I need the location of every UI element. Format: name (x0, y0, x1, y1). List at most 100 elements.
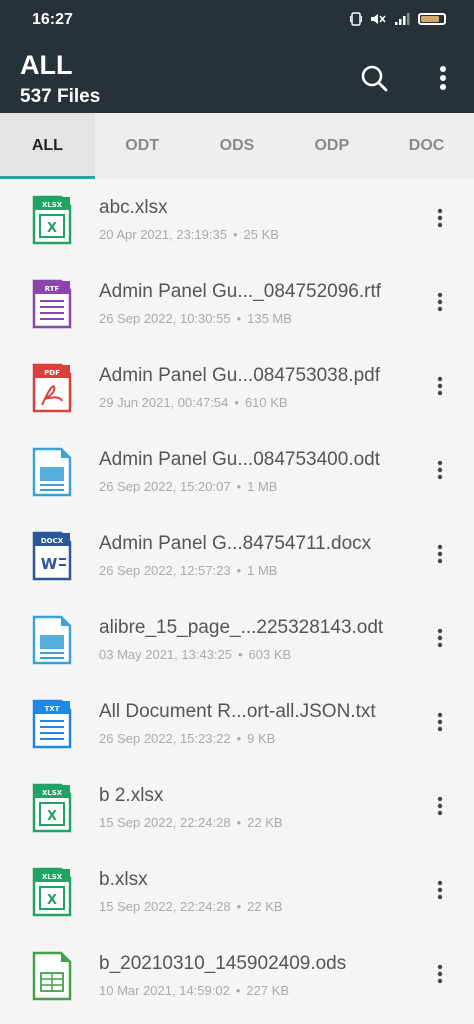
file-meta: 26 Sep 2022, 15:23:22 • 9 KB (99, 731, 275, 746)
tab-odp[interactable]: ODP (284, 113, 379, 179)
status-bar: 16:27 (0, 0, 474, 40)
file-size: 1 MB (247, 479, 278, 494)
svg-text:X: X (47, 893, 57, 908)
file-date: 26 Sep 2022, 15:20:07 (99, 479, 231, 494)
svg-text:PDF: PDF (44, 369, 60, 377)
file-row[interactable]: Admin Panel Gu...084753400.odt 26 Sep 202… (0, 431, 474, 515)
file-name: Admin Panel G...84754711.docx (99, 533, 372, 554)
ods-icon (31, 951, 73, 1006)
file-list: XLSX Xabc.xlsx 20 Apr 2021, 23:19:35 • 25 KB… (0, 179, 474, 1019)
file-name: abc.xlsx (99, 197, 168, 218)
file-meta: 29 Jun 2021, 00:47:54 • 610 KB (99, 395, 288, 410)
file-name: Admin Panel Gu...084753400.odt (99, 449, 380, 470)
file-meta: 03 May 2021, 13:43:25 • 603 KB (99, 647, 291, 662)
overflow-menu-button[interactable] (428, 60, 458, 96)
file-date: 15 Sep 2022, 22:24:28 (99, 899, 231, 914)
file-size: 25 KB (243, 227, 279, 242)
tab-ods[interactable]: ODS (190, 113, 285, 179)
separator-dot: • (232, 227, 238, 242)
file-options-button[interactable] (430, 877, 450, 903)
file-options-button[interactable] (430, 961, 450, 987)
app-bar: 16:27 ALL 537 Files (0, 0, 474, 113)
file-size: 227 KB (246, 983, 290, 998)
file-row[interactable]: TXT All Document R...ort-all.JSON.txt 26 S… (0, 683, 474, 767)
file-options-button[interactable] (430, 625, 450, 651)
file-size: 603 KB (248, 647, 292, 662)
svg-text:XLSX: XLSX (42, 789, 63, 797)
file-meta: 26 Sep 2022, 15:20:07 • 1 MB (99, 479, 277, 494)
more-vertical-icon (437, 208, 443, 228)
odt-icon (31, 447, 73, 502)
file-options-button[interactable] (430, 373, 450, 399)
separator-dot: • (235, 983, 241, 998)
file-row[interactable]: XLSX Xb.xlsx 15 Sep 2022, 22:24:28 • 22 KB (0, 851, 474, 935)
svg-text:X: X (47, 809, 57, 824)
pdf-icon: PDF (31, 363, 73, 418)
file-row[interactable]: RTF Admin Panel Gu..._084752096.rtf 26 Sep… (0, 263, 474, 347)
file-row[interactable]: XLSX Xb 2.xlsx 15 Sep 2022, 22:24:28 • 22 KB (0, 767, 474, 851)
xlsx-icon: XLSX X (31, 867, 73, 922)
file-row[interactable]: b_20210310_145902409.ods 10 Mar 2021, 14:… (0, 935, 474, 1019)
more-vertical-icon (437, 628, 443, 648)
file-meta: 10 Mar 2021, 14:59:02 • 227 KB (99, 983, 289, 998)
file-count: 537 Files (20, 86, 101, 107)
file-name: Admin Panel Gu..._084752096.rtf (99, 281, 382, 302)
tab-odt[interactable]: ODT (95, 113, 190, 179)
status-icons (350, 12, 446, 26)
file-row[interactable]: DOCX W Admin Panel G...84754711.docx 26 Sep… (0, 515, 474, 599)
file-options-button[interactable] (430, 541, 450, 567)
file-size: 22 KB (247, 815, 283, 830)
separator-dot: • (238, 647, 243, 662)
tab-all[interactable]: ALL (0, 113, 95, 179)
file-row[interactable]: alibre_15_page_...225328143.odt 03 May 20… (0, 599, 474, 683)
file-options-button[interactable] (430, 205, 450, 231)
file-date: 20 Apr 2021, 23:19:35 (99, 227, 227, 242)
tab-doc[interactable]: DOC (379, 113, 474, 179)
svg-text:XLSX: XLSX (42, 201, 63, 209)
file-date: 26 Sep 2022, 15:23:22 (99, 731, 231, 746)
file-size: 1 MB (247, 563, 278, 578)
file-meta: 15 Sep 2022, 22:24:28 • 22 KB (99, 815, 283, 830)
file-date: 10 Mar 2021, 14:59:02 (99, 983, 230, 998)
file-date: 26 Sep 2022, 12:57:23 (99, 563, 231, 578)
search-button[interactable] (356, 60, 392, 96)
rtf-icon: RTF (31, 279, 73, 334)
docx-icon: DOCX W (31, 531, 73, 586)
txt-icon: TXT (31, 699, 73, 754)
separator-dot: • (236, 899, 242, 914)
battery-icon (418, 13, 446, 25)
mute-icon (371, 14, 386, 24)
file-options-button[interactable] (430, 793, 450, 819)
xlsx-icon: XLSX X (31, 783, 73, 838)
odt-icon (31, 615, 73, 670)
file-name: b.xlsx (99, 869, 148, 890)
file-row[interactable]: PDF Admin Panel Gu...084753038.pdf 29 Jun … (0, 347, 474, 431)
svg-text:XLSX: XLSX (42, 873, 63, 881)
file-name: Admin Panel Gu...084753038.pdf (99, 365, 380, 386)
file-size: 9 KB (247, 731, 276, 746)
file-row[interactable]: XLSX X abc.xlsx 20 Apr 2021, 23:19:35 • 25 KB (0, 179, 474, 263)
separator-dot: • (236, 815, 242, 830)
more-vertical-icon (437, 460, 443, 480)
file-date: 15 Sep 2022, 22:24:28 (99, 815, 231, 830)
svg-text:DOCX: DOCX (41, 537, 64, 545)
separator-dot: • (236, 731, 242, 746)
file-options-button[interactable] (430, 457, 450, 483)
more-vertical-icon (437, 712, 443, 732)
svg-text:W: W (41, 555, 58, 573)
file-options-button[interactable] (430, 709, 450, 735)
file-meta: 20 Apr 2021, 23:19:35 • 25 KB (99, 227, 279, 242)
separator-dot: • (234, 395, 239, 410)
file-date: 29 Jun 2021, 00:47:54 (99, 395, 229, 410)
more-vertical-icon (440, 66, 446, 90)
file-size: 22 KB (247, 899, 283, 914)
file-meta: 15 Sep 2022, 22:24:28 • 22 KB (99, 899, 283, 914)
status-time: 16:27 (32, 11, 73, 28)
file-type-tabs: ALL ODT ODS ODP DOC (0, 113, 474, 179)
file-name: All Document R...ort-all.JSON.txt (99, 701, 376, 722)
separator-dot: • (236, 311, 242, 326)
xlsx-icon: XLSX X (31, 195, 73, 250)
file-options-button[interactable] (430, 289, 450, 315)
file-name: b_20210310_145902409.ods (99, 953, 347, 974)
file-name: alibre_15_page_...225328143.odt (99, 617, 384, 638)
